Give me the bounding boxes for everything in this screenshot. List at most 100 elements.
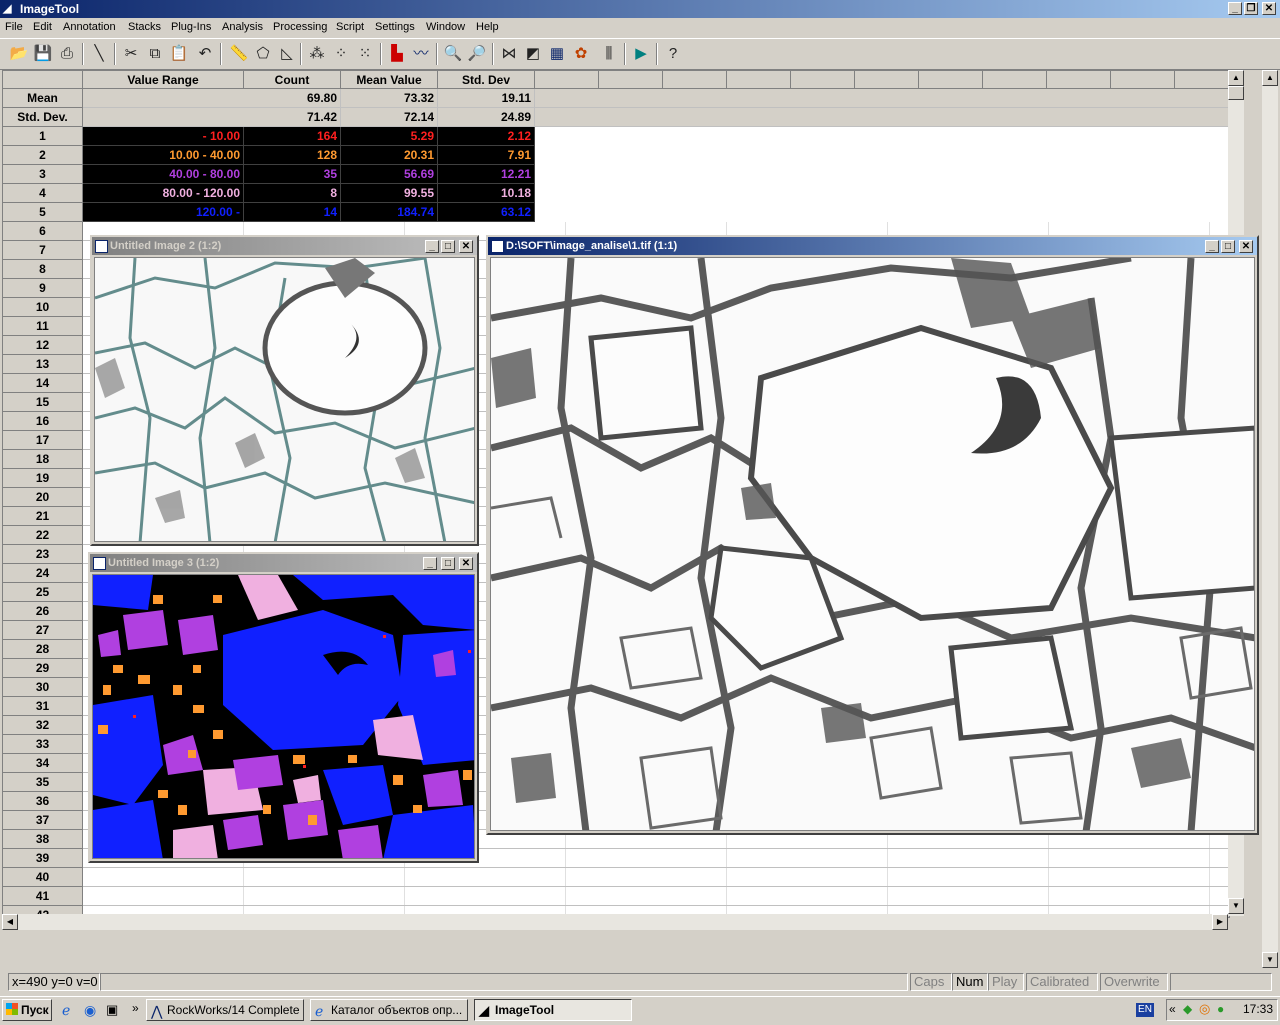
menu-plugins[interactable]: Plug-Ins bbox=[171, 21, 211, 33]
row-header[interactable]: 19 bbox=[3, 469, 83, 488]
wand-icon[interactable]: ⋈ bbox=[498, 43, 520, 65]
clock[interactable]: 17:33 bbox=[1243, 1002, 1273, 1016]
col-header-count[interactable]: Count bbox=[244, 71, 341, 89]
row-header[interactable]: 7 bbox=[3, 241, 83, 260]
task-rockworks[interactable]: ⋀ RockWorks/14 Complete ... bbox=[146, 999, 304, 1021]
cell-mean-value[interactable]: 99.55 bbox=[341, 184, 438, 203]
image-window-2-title[interactable]: Untitled Image 2 (1:2) _ □ ✕ bbox=[92, 237, 477, 255]
polygon-icon[interactable]: ◺ bbox=[276, 43, 298, 65]
outer-scroll-down-icon[interactable]: ▼ bbox=[1262, 952, 1278, 968]
zoom-in-icon[interactable]: 🔍 bbox=[442, 43, 464, 65]
menu-edit[interactable]: Edit bbox=[33, 21, 52, 33]
ruler-icon[interactable]: 📏 bbox=[228, 43, 250, 65]
cell-std-dev[interactable]: 10.18 bbox=[438, 184, 535, 203]
row-header[interactable]: 25 bbox=[3, 583, 83, 602]
row-header[interactable]: 38 bbox=[3, 830, 83, 849]
image-1-canvas[interactable] bbox=[490, 257, 1255, 831]
cell-value-range[interactable]: 10.00 - 40.00 bbox=[83, 146, 244, 165]
scroll-thumb[interactable] bbox=[1228, 86, 1244, 100]
image-window-3[interactable]: Untitled Image 3 (1:2) _ □ ✕ bbox=[88, 552, 479, 863]
task-catalog[interactable]: ℯ Каталог объектов опр... bbox=[310, 999, 468, 1021]
row-header[interactable]: 36 bbox=[3, 792, 83, 811]
scroll-up-icon[interactable]: ▲ bbox=[1228, 70, 1244, 86]
outer-vertical-scrollbar[interactable]: ▲ ▼ bbox=[1262, 70, 1278, 968]
help-icon[interactable]: ? bbox=[662, 43, 684, 65]
row-header[interactable]: 32 bbox=[3, 716, 83, 735]
tray-status-icon[interactable]: ● bbox=[1217, 1002, 1224, 1016]
row-header[interactable]: 31 bbox=[3, 697, 83, 716]
row-header[interactable]: 2 bbox=[3, 146, 83, 165]
save-icon[interactable]: 💾 bbox=[32, 43, 54, 65]
menu-window[interactable]: Window bbox=[426, 21, 465, 33]
menu-stacks[interactable]: Stacks bbox=[128, 21, 161, 33]
scatter-icon[interactable]: ⁘ bbox=[330, 43, 352, 65]
language-indicator[interactable]: EN bbox=[1136, 1003, 1154, 1017]
summary-mean-mean[interactable]: 73.32 bbox=[341, 89, 438, 108]
cell-std-dev[interactable]: 12.21 bbox=[438, 165, 535, 184]
cell-count[interactable]: 8 bbox=[244, 184, 341, 203]
img1-minimize-button[interactable]: _ bbox=[1205, 240, 1219, 253]
desktop-icon[interactable]: ▣ bbox=[106, 1002, 118, 1018]
row-header[interactable]: 6 bbox=[3, 222, 83, 241]
quicklaunch-chevron-icon[interactable]: » bbox=[132, 1001, 139, 1015]
row-header[interactable]: 1 bbox=[3, 127, 83, 146]
cell-value-range[interactable]: 80.00 - 120.00 bbox=[83, 184, 244, 203]
ie-icon[interactable]: ℯ bbox=[62, 1002, 70, 1019]
row-header[interactable]: 24 bbox=[3, 564, 83, 583]
summary-std-mean[interactable]: 72.14 bbox=[341, 108, 438, 127]
cell-value-range[interactable]: 120.00 - bbox=[83, 203, 244, 222]
row-header[interactable]: 9 bbox=[3, 279, 83, 298]
img3-close-button[interactable]: ✕ bbox=[459, 557, 473, 570]
point-icon[interactable]: ⁂ bbox=[306, 43, 328, 65]
restore-button[interactable]: ❐ bbox=[1244, 2, 1258, 15]
row-header[interactable]: 10 bbox=[3, 298, 83, 317]
img1-close-button[interactable]: ✕ bbox=[1239, 240, 1253, 253]
row-header[interactable]: 20 bbox=[3, 488, 83, 507]
outlook-icon[interactable]: ◉ bbox=[84, 1002, 96, 1019]
image-window-3-title[interactable]: Untitled Image 3 (1:2) _ □ ✕ bbox=[90, 554, 477, 572]
image-3-canvas[interactable] bbox=[92, 574, 475, 859]
img3-maximize-button[interactable]: □ bbox=[441, 557, 455, 570]
row-header-mean[interactable]: Mean bbox=[3, 89, 83, 108]
cell-mean-value[interactable]: 56.69 bbox=[341, 165, 438, 184]
image-window-1-title[interactable]: D:\SOFT\image_analise\1.tif (1:1) _ □ ✕ bbox=[488, 237, 1257, 255]
row-header[interactable]: 23 bbox=[3, 545, 83, 564]
row-header[interactable]: 8 bbox=[3, 260, 83, 279]
row-header-stddev[interactable]: Std. Dev. bbox=[3, 108, 83, 127]
row-header[interactable]: 14 bbox=[3, 374, 83, 393]
row-header[interactable]: 33 bbox=[3, 735, 83, 754]
row-header[interactable]: 11 bbox=[3, 317, 83, 336]
img2-close-button[interactable]: ✕ bbox=[459, 240, 473, 253]
line-icon[interactable]: ╲ bbox=[88, 43, 110, 65]
cell-count[interactable]: 35 bbox=[244, 165, 341, 184]
row-header[interactable]: 30 bbox=[3, 678, 83, 697]
scroll-down-icon[interactable]: ▼ bbox=[1228, 898, 1244, 914]
cell-count[interactable]: 14 bbox=[244, 203, 341, 222]
col-header-value-range[interactable]: Value Range bbox=[83, 71, 244, 89]
paste-icon[interactable]: 📋 bbox=[168, 43, 190, 65]
row-header[interactable]: 3 bbox=[3, 165, 83, 184]
col-header-mean-value[interactable]: Mean Value bbox=[341, 71, 438, 89]
undo-icon[interactable]: ↶ bbox=[194, 43, 216, 65]
cell-mean-value[interactable]: 184.74 bbox=[341, 203, 438, 222]
summary-std-std[interactable]: 24.89 bbox=[438, 108, 535, 127]
horizontal-scrollbar[interactable]: ◀ ▶ bbox=[2, 914, 1228, 930]
zoom-out-icon[interactable]: 🔎 bbox=[466, 43, 488, 65]
palette-icon[interactable]: ✿ bbox=[570, 43, 592, 65]
row-header[interactable]: 37 bbox=[3, 811, 83, 830]
menu-analysis[interactable]: Analysis bbox=[222, 21, 263, 33]
image-2-canvas[interactable] bbox=[94, 257, 475, 542]
cut-icon[interactable]: ✂ bbox=[120, 43, 142, 65]
scroll-right-icon[interactable]: ▶ bbox=[1212, 914, 1228, 930]
row-header[interactable]: 12 bbox=[3, 336, 83, 355]
row-header[interactable]: 17 bbox=[3, 431, 83, 450]
cell-mean-value[interactable]: 5.29 bbox=[341, 127, 438, 146]
summary-mean-count[interactable]: 69.80 bbox=[244, 89, 341, 108]
img2-maximize-button[interactable]: □ bbox=[441, 240, 455, 253]
row-header[interactable]: 41 bbox=[3, 887, 83, 906]
row-header[interactable]: 16 bbox=[3, 412, 83, 431]
scroll-left-icon[interactable]: ◀ bbox=[2, 914, 18, 930]
sheet-corner[interactable] bbox=[3, 71, 83, 89]
row-header[interactable]: 13 bbox=[3, 355, 83, 374]
tray-antivirus-icon[interactable]: ◎ bbox=[1199, 1001, 1210, 1017]
